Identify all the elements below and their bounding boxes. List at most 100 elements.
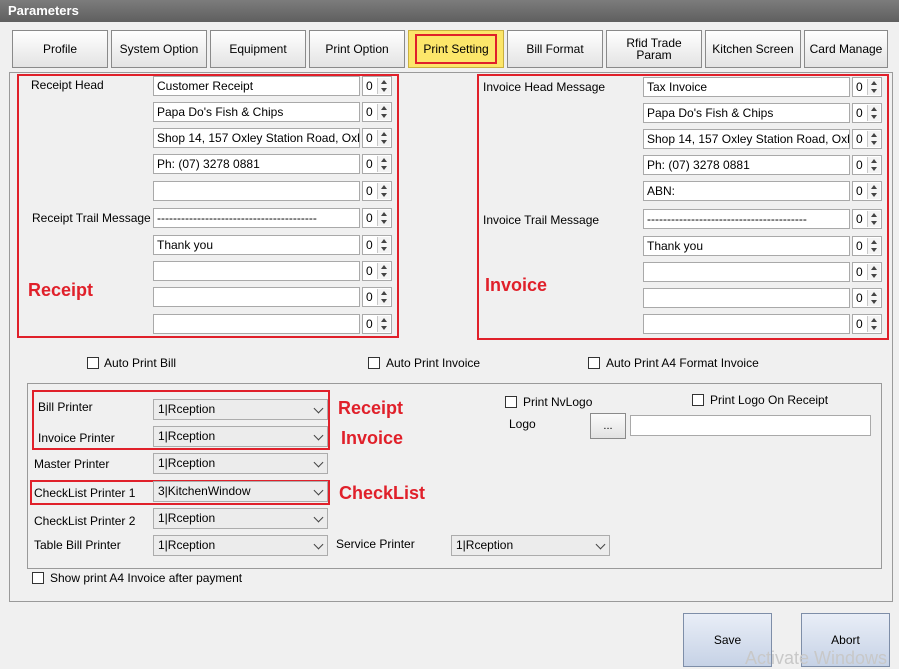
invoice-head-line-1-size-stepper[interactable]: 0 [852,77,882,97]
invoice-head-line-4-input[interactable]: Ph: (07) 3278 0881 [643,155,850,175]
receipt-head-line-4-size-stepper[interactable]: 0 [362,154,392,174]
size-value: 0 [856,80,863,94]
invoice-trail-line-1-input[interactable]: ---------------------------------------- [643,209,850,229]
tab-print-option[interactable]: Print Option [309,30,405,68]
master-printer-select[interactable]: 1|Rception [153,453,328,474]
spin-arrows-icon[interactable] [867,264,880,280]
size-value: 0 [366,131,373,145]
service-printer-select[interactable]: 1|Rception [451,535,610,556]
receipt-trail-line-2-size-stepper[interactable]: 0 [362,235,392,255]
logo-path-input[interactable] [630,415,871,436]
receipt-trail-line-4-input[interactable] [153,287,360,307]
auto-print-invoice-checkbox[interactable] [368,357,380,369]
receipt-head-line-4-input[interactable]: Ph: (07) 3278 0881 [153,154,360,174]
invoice-trail-line-5-input[interactable] [643,314,850,334]
receipt-trail-line-1-input[interactable]: ---------------------------------------- [153,208,360,228]
chevron-down-icon [313,539,324,550]
receipt-head-line-3-size-stepper[interactable]: 0 [362,128,392,148]
tab-system-option[interactable]: System Option [111,30,207,68]
receipt-head-line-2-size-stepper[interactable]: 0 [362,102,392,122]
spin-arrows-icon[interactable] [867,290,880,306]
receipt-head-line-5-size-stepper[interactable]: 0 [362,181,392,201]
checklist-printer-2-select[interactable]: 1|Rception [153,508,328,529]
invoice-head-line-2-input[interactable]: Papa Do's Fish & Chips [643,103,850,123]
spin-arrows-icon[interactable] [377,289,390,305]
tab-rfid-trade-param[interactable]: Rfid Trade Param [606,30,702,68]
spin-arrows-icon[interactable] [867,183,880,199]
receipt-printer-annotation: Receipt [338,398,404,418]
bill-printer-select[interactable]: 1|Rception [153,399,328,420]
invoice-trail-line-4-input[interactable] [643,288,850,308]
invoice-head-line-1-input[interactable]: Tax Invoice [643,77,850,97]
tab-kitchen-screen[interactable]: Kitchen Screen [705,30,801,68]
auto-print-a4-label: Auto Print A4 Format Invoice [606,356,759,370]
invoice-trail-line-1-size-stepper[interactable]: 0 [852,209,882,229]
print-nvlogo-checkbox[interactable] [505,396,517,408]
spin-arrows-icon[interactable] [377,183,390,199]
logo-browse-button[interactable]: ... [590,413,626,439]
bill-printer-label: Bill Printer [38,400,93,414]
invoice-trail-line-2-input[interactable]: Thank you [643,236,850,256]
spin-arrows-icon[interactable] [867,131,880,147]
receipt-head-line-1-input[interactable]: Customer Receipt [153,76,360,96]
spin-arrows-icon[interactable] [867,238,880,254]
window-title: Parameters [0,0,899,22]
receipt-trail-line-5-size-stepper[interactable]: 0 [362,314,392,334]
tab-bill-format[interactable]: Bill Format [507,30,603,68]
size-value: 0 [366,157,373,171]
spin-arrows-icon[interactable] [377,156,390,172]
spin-arrows-icon[interactable] [867,211,880,227]
auto-print-a4-checkbox[interactable] [588,357,600,369]
receipt-trail-line-4-size-stepper[interactable]: 0 [362,287,392,307]
invoice-head-line-3-size-stepper[interactable]: 0 [852,129,882,149]
spin-arrows-icon[interactable] [377,78,390,94]
invoice-trail-line-4-size-stepper[interactable]: 0 [852,288,882,308]
receipt-trail-line-3-size-stepper[interactable]: 0 [362,261,392,281]
checklist-printer-1-label: CheckList Printer 1 [34,486,136,500]
receipt-trail-line-5-input[interactable] [153,314,360,334]
print-logo-on-receipt-checkbox[interactable] [692,394,704,406]
invoice-head-line-3-input[interactable]: Shop 14, 157 Oxley Station Road, Oxl [643,129,850,149]
size-value: 0 [856,184,863,198]
spin-arrows-icon[interactable] [377,210,390,226]
invoice-trail-line-3-size-stepper[interactable]: 0 [852,262,882,282]
receipt-head-line-2-input[interactable]: Papa Do's Fish & Chips [153,102,360,122]
invoice-trail-line-5-size-stepper[interactable]: 0 [852,314,882,334]
tab-card-manage[interactable]: Card Manage [804,30,888,68]
receipt-trail-line-1-size-stepper[interactable]: 0 [362,208,392,228]
receipt-head-line-1-size-stepper[interactable]: 0 [362,76,392,96]
invoice-head-line-5-input[interactable]: ABN: [643,181,850,201]
auto-print-invoice-label: Auto Print Invoice [386,356,481,370]
invoice-printer-label: Invoice Printer [38,431,115,445]
size-value: 0 [366,238,373,252]
checklist-printer-1-select[interactable]: 3|KitchenWindow [153,481,328,502]
receipt-head-line-3-input[interactable]: Shop 14, 157 Oxley Station Road, Oxl [153,128,360,148]
receipt-trail-line-3-input[interactable] [153,261,360,281]
tab-print-setting-label: Print Setting [415,34,497,64]
invoice-trail-line-3-input[interactable] [643,262,850,282]
receipt-head-line-5-input[interactable] [153,181,360,201]
show-print-a4-checkbox[interactable] [32,572,44,584]
print-nvlogo-label: Print NvLogo [523,395,593,409]
receipt-trail-line-2-input[interactable]: Thank you [153,235,360,255]
spin-arrows-icon[interactable] [377,130,390,146]
spin-arrows-icon[interactable] [867,79,880,95]
spin-arrows-icon[interactable] [377,316,390,332]
size-value: 0 [856,158,863,172]
tab-equipment[interactable]: Equipment [210,30,306,68]
invoice-head-line-5-size-stepper[interactable]: 0 [852,181,882,201]
tab-print-setting[interactable]: Print Setting [408,30,504,68]
spin-arrows-icon[interactable] [377,237,390,253]
auto-print-bill-checkbox[interactable] [87,357,99,369]
invoice-printer-select[interactable]: 1|Rception [153,426,328,447]
invoice-head-line-2-size-stepper[interactable]: 0 [852,103,882,123]
invoice-trail-line-2-size-stepper[interactable]: 0 [852,236,882,256]
spin-arrows-icon[interactable] [377,104,390,120]
spin-arrows-icon[interactable] [867,316,880,332]
invoice-head-line-4-size-stepper[interactable]: 0 [852,155,882,175]
tab-profile[interactable]: Profile [12,30,108,68]
spin-arrows-icon[interactable] [377,263,390,279]
spin-arrows-icon[interactable] [867,105,880,121]
table-bill-printer-select[interactable]: 1|Rception [153,535,328,556]
spin-arrows-icon[interactable] [867,157,880,173]
